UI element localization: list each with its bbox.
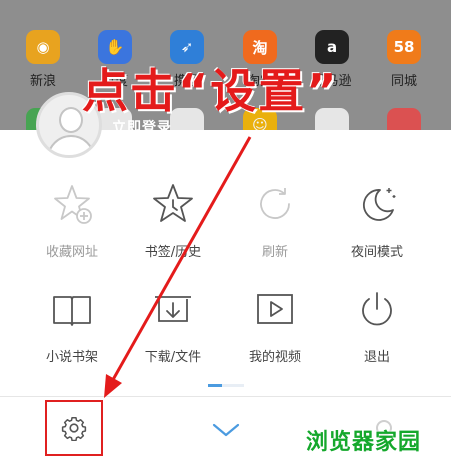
- menu-item-refresh[interactable]: 刷新: [225, 180, 325, 260]
- video-icon: [257, 294, 293, 324]
- book-icon: [53, 296, 91, 326]
- menu-item-label: 小说书架: [45, 350, 98, 365]
- menu-item-star-plus[interactable]: 收藏网址: [22, 180, 122, 260]
- star-clock-icon: [153, 184, 193, 222]
- app-icon: ➶: [170, 30, 204, 64]
- app-icon: ✋: [98, 30, 132, 64]
- menu-item-star-clock[interactable]: 书签/历史: [123, 180, 223, 260]
- app-icon: 淘: [243, 30, 277, 64]
- menu-item-label: 夜间模式: [350, 245, 403, 260]
- app-label: 新浪: [29, 74, 56, 89]
- app-shortcut[interactable]: 58 同城: [374, 30, 434, 89]
- menu-item-video[interactable]: 我的视频: [225, 285, 325, 365]
- star-plus-icon: [54, 185, 92, 224]
- app-icon: ◉: [26, 30, 60, 64]
- settings-button[interactable]: [45, 400, 103, 456]
- login-link[interactable]: 立即登录: [112, 117, 172, 137]
- app-icon: 58: [387, 30, 421, 64]
- watermark: 浏览器家园: [306, 430, 422, 455]
- menu-item-label: 书签/历史: [144, 245, 202, 260]
- menu-item-moon[interactable]: 夜间模式: [327, 180, 427, 260]
- moon-icon: [362, 188, 396, 221]
- power-icon: [362, 292, 392, 326]
- menu-item-label: 刷新: [261, 245, 288, 260]
- menu-item-power[interactable]: 退出: [327, 285, 427, 365]
- divider: [0, 396, 451, 397]
- app-shortcut[interactable]: ◉ 新浪: [13, 30, 73, 89]
- menu-item-label: 我的视频: [248, 350, 301, 365]
- download-icon: [155, 296, 191, 322]
- annotation-text: 点击“设置”: [82, 64, 339, 118]
- menu-item-book[interactable]: 小说书架: [22, 285, 122, 365]
- page-indicator: [208, 384, 244, 387]
- menu-item-download[interactable]: 下载/文件: [123, 285, 223, 365]
- app-label: 同城: [390, 74, 417, 89]
- avatar-head-icon: [59, 107, 83, 133]
- menu-item-label: 收藏网址: [45, 245, 98, 260]
- chevron-down-icon: [212, 423, 240, 437]
- refresh-icon: [260, 188, 290, 219]
- app-icon: a: [315, 30, 349, 64]
- collapse-button[interactable]: [208, 418, 244, 442]
- avatar-body-icon: [47, 135, 95, 155]
- menu-item-label: 下载/文件: [144, 350, 202, 365]
- menu-item-label: 退出: [363, 350, 390, 365]
- gear-icon: [61, 416, 87, 441]
